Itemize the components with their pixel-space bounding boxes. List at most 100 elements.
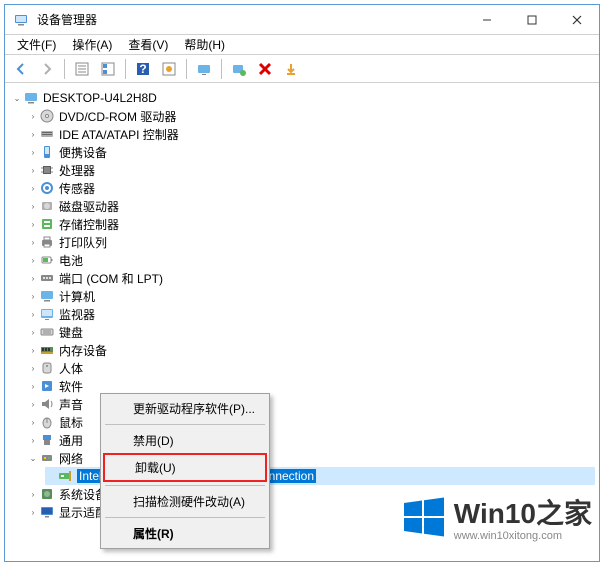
cd-icon <box>39 108 55 124</box>
storage-icon <box>39 216 55 232</box>
category-label: 人体 <box>59 360 83 377</box>
ctx-scan-hardware[interactable]: 扫描检测硬件改动(A) <box>103 489 267 514</box>
software-icon <box>39 378 55 394</box>
app-icon <box>13 12 29 28</box>
scan-hardware-button[interactable] <box>227 57 251 81</box>
category-node[interactable]: ›DVD/CD-ROM 驱动器 <box>27 107 595 125</box>
collapse-icon[interactable]: ⌄ <box>11 92 23 104</box>
category-node[interactable]: › 键盘 <box>27 323 595 341</box>
collapse-icon[interactable]: ⌄ <box>27 452 39 464</box>
sensor-icon <box>39 180 55 196</box>
maximize-button[interactable] <box>509 5 554 34</box>
category-node[interactable]: › 电池 <box>27 251 595 269</box>
ctx-uninstall[interactable]: 卸载(U) <box>103 453 267 482</box>
category-node[interactable]: › 存储控制器 <box>27 215 595 233</box>
category-node[interactable]: › 处理器 <box>27 161 595 179</box>
category-label: 内存设备 <box>59 342 107 359</box>
svg-text:?: ? <box>139 62 146 76</box>
category-node[interactable]: › 传感器 <box>27 179 595 197</box>
list-button[interactable] <box>96 57 120 81</box>
category-node[interactable]: ›便携设备 <box>27 143 595 161</box>
expand-icon[interactable]: › <box>27 110 39 122</box>
expand-icon[interactable]: › <box>27 218 39 230</box>
minimize-button[interactable] <box>464 5 509 34</box>
forward-button[interactable] <box>35 57 59 81</box>
expand-icon[interactable]: › <box>27 164 39 176</box>
expand-icon[interactable]: › <box>27 380 39 392</box>
category-node[interactable]: ›端口 (COM 和 LPT) <box>27 269 595 287</box>
category-label: 软件 <box>59 378 83 395</box>
ctx-properties[interactable]: 属性(R) <box>103 521 267 546</box>
category-label: 鼠标 <box>59 414 83 431</box>
expand-icon[interactable]: › <box>27 200 39 212</box>
expand-icon[interactable]: › <box>27 344 39 356</box>
menu-file[interactable]: 文件(F) <box>9 34 64 55</box>
expand-icon[interactable]: › <box>27 362 39 374</box>
back-button[interactable] <box>9 57 33 81</box>
port-icon <box>39 270 55 286</box>
expand-icon[interactable]: › <box>27 506 39 518</box>
disk-icon <box>39 198 55 214</box>
ctx-disable[interactable]: 禁用(D) <box>103 428 267 453</box>
display-icon <box>39 504 55 520</box>
category-label: 存储控制器 <box>59 216 119 233</box>
root-node[interactable]: ⌄ DESKTOP-U4L2H8D <box>9 89 595 107</box>
refresh-button[interactable] <box>157 57 181 81</box>
category-node[interactable]: › 监视器 <box>27 305 595 323</box>
expand-icon[interactable]: › <box>27 254 39 266</box>
category-node[interactable]: ›IDE ATA/ATAPI 控制器 <box>27 125 595 143</box>
category-label: 声音 <box>59 396 83 413</box>
menu-view[interactable]: 查看(V) <box>120 34 176 55</box>
ctx-separator <box>105 424 265 425</box>
category-label: 键盘 <box>59 324 83 341</box>
show-hidden-button[interactable] <box>192 57 216 81</box>
expand-icon[interactable]: › <box>27 416 39 428</box>
expand-icon[interactable]: › <box>27 326 39 338</box>
expand-icon[interactable]: › <box>27 236 39 248</box>
computer-icon <box>39 288 55 304</box>
ctx-update-driver[interactable]: 更新驱动程序软件(P)... <box>103 396 267 421</box>
category-label: 计算机 <box>59 288 95 305</box>
cpu-icon <box>39 162 55 178</box>
battery-icon <box>39 252 55 268</box>
category-label: 监视器 <box>59 306 95 323</box>
close-button[interactable] <box>554 5 599 34</box>
expand-icon[interactable]: › <box>27 488 39 500</box>
category-node[interactable]: › 内存设备 <box>27 341 595 359</box>
window-title: 设备管理器 <box>35 11 464 28</box>
expand-icon[interactable]: › <box>27 290 39 302</box>
properties-button[interactable] <box>70 57 94 81</box>
category-label: 打印队列 <box>59 234 107 251</box>
help-button[interactable]: ? <box>131 57 155 81</box>
printer-icon <box>39 234 55 250</box>
category-node[interactable]: › 人体 <box>27 359 595 377</box>
category-label: 磁盘驱动器 <box>59 198 119 215</box>
expand-icon[interactable]: › <box>27 272 39 284</box>
category-label: 传感器 <box>59 180 95 197</box>
category-node[interactable]: › 磁盘驱动器 <box>27 197 595 215</box>
device-manager-window: 设备管理器 文件(F) 操作(A) 查看(V) 帮助(H) ? ⌄ <box>4 4 600 562</box>
menu-help[interactable]: 帮助(H) <box>176 34 233 55</box>
toolbar: ? <box>5 55 599 83</box>
toolbar-separator <box>125 59 126 79</box>
menu-action[interactable]: 操作(A) <box>64 34 120 55</box>
memory-icon <box>39 342 55 358</box>
expand-icon[interactable]: › <box>27 146 39 158</box>
hid-icon <box>39 360 55 376</box>
expand-icon[interactable]: › <box>27 398 39 410</box>
expand-icon[interactable]: › <box>27 128 39 140</box>
category-label: 处理器 <box>59 162 95 179</box>
update-driver-button[interactable] <box>279 57 303 81</box>
device-tree[interactable]: ⌄ DESKTOP-U4L2H8D ›DVD/CD-ROM 驱动器›IDE AT… <box>5 83 599 525</box>
uninstall-button[interactable] <box>253 57 277 81</box>
category-label: 电池 <box>59 252 83 269</box>
audio-icon <box>39 396 55 412</box>
expand-icon[interactable]: › <box>27 182 39 194</box>
category-node[interactable]: › 计算机 <box>27 287 595 305</box>
category-node[interactable]: › 打印队列 <box>27 233 595 251</box>
expand-icon[interactable]: › <box>27 308 39 320</box>
nic-icon <box>57 468 73 484</box>
toolbar-separator <box>64 59 65 79</box>
category-label: 通用 <box>59 432 83 449</box>
expand-icon[interactable]: › <box>27 434 39 446</box>
